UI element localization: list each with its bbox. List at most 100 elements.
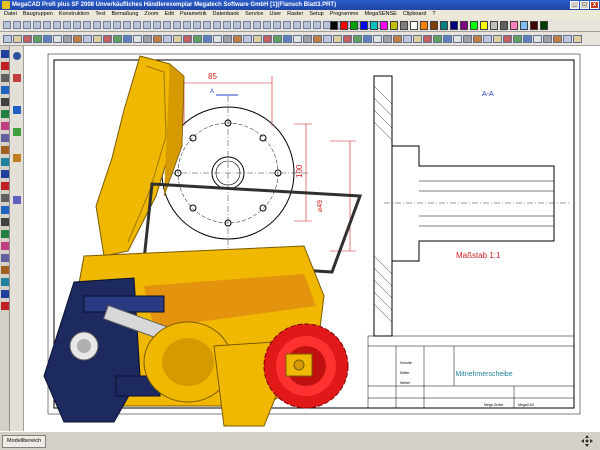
toolbar-button[interactable] (573, 35, 582, 43)
left-tool-button[interactable] (1, 266, 9, 274)
toolbar-button[interactable] (473, 35, 482, 43)
layer-icon[interactable] (13, 128, 21, 136)
toolbar-button[interactable] (173, 35, 182, 43)
color-swatch[interactable] (480, 21, 488, 30)
toolbar-button[interactable] (283, 21, 291, 29)
left-tool-button[interactable] (1, 242, 9, 250)
toolbar-button[interactable] (233, 21, 241, 29)
toolbar-button[interactable] (553, 35, 562, 43)
toolbar-button[interactable] (263, 21, 271, 29)
left-tool-button[interactable] (1, 182, 9, 190)
color-swatch[interactable] (430, 21, 438, 30)
toolbar-button[interactable] (443, 35, 452, 43)
color-swatch[interactable] (450, 21, 458, 30)
menu-item[interactable]: ? (432, 10, 435, 19)
toolbar-button[interactable] (203, 35, 212, 43)
toolbar-button[interactable] (33, 21, 41, 29)
left-tool-button[interactable] (1, 122, 9, 130)
refresh-icon[interactable] (13, 52, 21, 60)
left-tool-button[interactable] (1, 146, 9, 154)
info-icon[interactable] (13, 196, 21, 204)
toolbar-button[interactable] (503, 35, 512, 43)
menu-item[interactable]: Datei (4, 10, 17, 19)
left-tool-button[interactable] (1, 158, 9, 166)
toolbar-button[interactable] (333, 35, 342, 43)
toolbar-button[interactable] (163, 35, 172, 43)
color-swatch[interactable] (350, 21, 358, 30)
toolbar-button[interactable] (63, 21, 71, 29)
left-tool-button[interactable] (1, 302, 9, 310)
toolbar-button[interactable] (303, 21, 311, 29)
toolbar-button[interactable] (123, 35, 132, 43)
color-swatch[interactable] (510, 21, 518, 30)
model-space-tab[interactable]: Modellbereich (2, 435, 47, 448)
toolbar-button[interactable] (273, 21, 281, 29)
pan-icon[interactable] (580, 434, 594, 448)
left-tool-button[interactable] (1, 206, 9, 214)
color-swatch[interactable] (520, 21, 528, 30)
color-swatch[interactable] (540, 21, 548, 30)
toolbar-button[interactable] (533, 35, 542, 43)
left-tool-button[interactable] (1, 134, 9, 142)
left-tool-button[interactable] (1, 86, 9, 94)
toolbar-button[interactable] (13, 35, 22, 43)
toolbar-button[interactable] (283, 35, 292, 43)
toolbar-button[interactable] (423, 35, 432, 43)
left-tool-button[interactable] (1, 194, 9, 202)
toolbar-button[interactable] (133, 35, 142, 43)
color-swatch[interactable] (410, 21, 418, 30)
toolbar-button[interactable] (513, 35, 522, 43)
color-swatch[interactable] (360, 21, 368, 30)
toolbar-button[interactable] (193, 21, 201, 29)
toolbar-button[interactable] (23, 21, 31, 29)
toolbar-button[interactable] (83, 21, 91, 29)
menu-item[interactable]: Datenbank (213, 10, 240, 19)
color-swatch[interactable] (340, 21, 348, 30)
menu-item[interactable]: Konstruktion (59, 10, 90, 19)
minimize-icon[interactable]: _ (570, 1, 579, 9)
maximize-icon[interactable]: □ (580, 1, 589, 9)
toolbar-button[interactable] (93, 35, 102, 43)
left-tool-button[interactable] (1, 50, 9, 58)
toolbar-button[interactable] (33, 35, 42, 43)
toolbar-button[interactable] (303, 35, 312, 43)
color-swatch[interactable] (380, 21, 388, 30)
toolbar-button[interactable] (383, 35, 392, 43)
toolbar-button[interactable] (63, 35, 72, 43)
toolbar-button[interactable] (173, 21, 181, 29)
menu-item[interactable]: User (270, 10, 282, 19)
toolbar-button[interactable] (463, 35, 472, 43)
toolbar-button[interactable] (193, 35, 202, 43)
toolbar-button[interactable] (243, 35, 252, 43)
close-icon[interactable]: x (590, 1, 599, 9)
toolbar-button[interactable] (113, 21, 121, 29)
toolbar-button[interactable] (83, 35, 92, 43)
toolbar-button[interactable] (143, 21, 151, 29)
toolbar-button[interactable] (453, 35, 462, 43)
color-swatch[interactable] (500, 21, 508, 30)
toolbar-button[interactable] (13, 21, 21, 29)
menu-item[interactable]: Text (95, 10, 105, 19)
color-swatch[interactable] (420, 21, 428, 30)
color-swatch[interactable] (530, 21, 538, 30)
toolbar-button[interactable] (183, 35, 192, 43)
color-swatch[interactable] (470, 21, 478, 30)
toolbar-button[interactable] (343, 35, 352, 43)
toolbar-button[interactable] (483, 35, 492, 43)
toolbar-button[interactable] (43, 21, 51, 29)
menu-item[interactable]: Edit (164, 10, 173, 19)
toolbar-button[interactable] (3, 35, 12, 43)
toolbar-button[interactable] (233, 35, 242, 43)
menu-item[interactable]: Clipboard (403, 10, 427, 19)
toolbar-button[interactable] (323, 35, 332, 43)
menu-item[interactable]: Raster (287, 10, 303, 19)
toolbar-button[interactable] (273, 35, 282, 43)
menu-item[interactable]: Bemaßung (112, 10, 139, 19)
left-tool-button[interactable] (1, 62, 9, 70)
toolbar-button[interactable] (223, 21, 231, 29)
toolbar-button[interactable] (53, 21, 61, 29)
left-tool-button[interactable] (1, 218, 9, 226)
toolbar-button[interactable] (73, 21, 81, 29)
toolbar-button[interactable] (23, 35, 32, 43)
color-swatch[interactable] (440, 21, 448, 30)
